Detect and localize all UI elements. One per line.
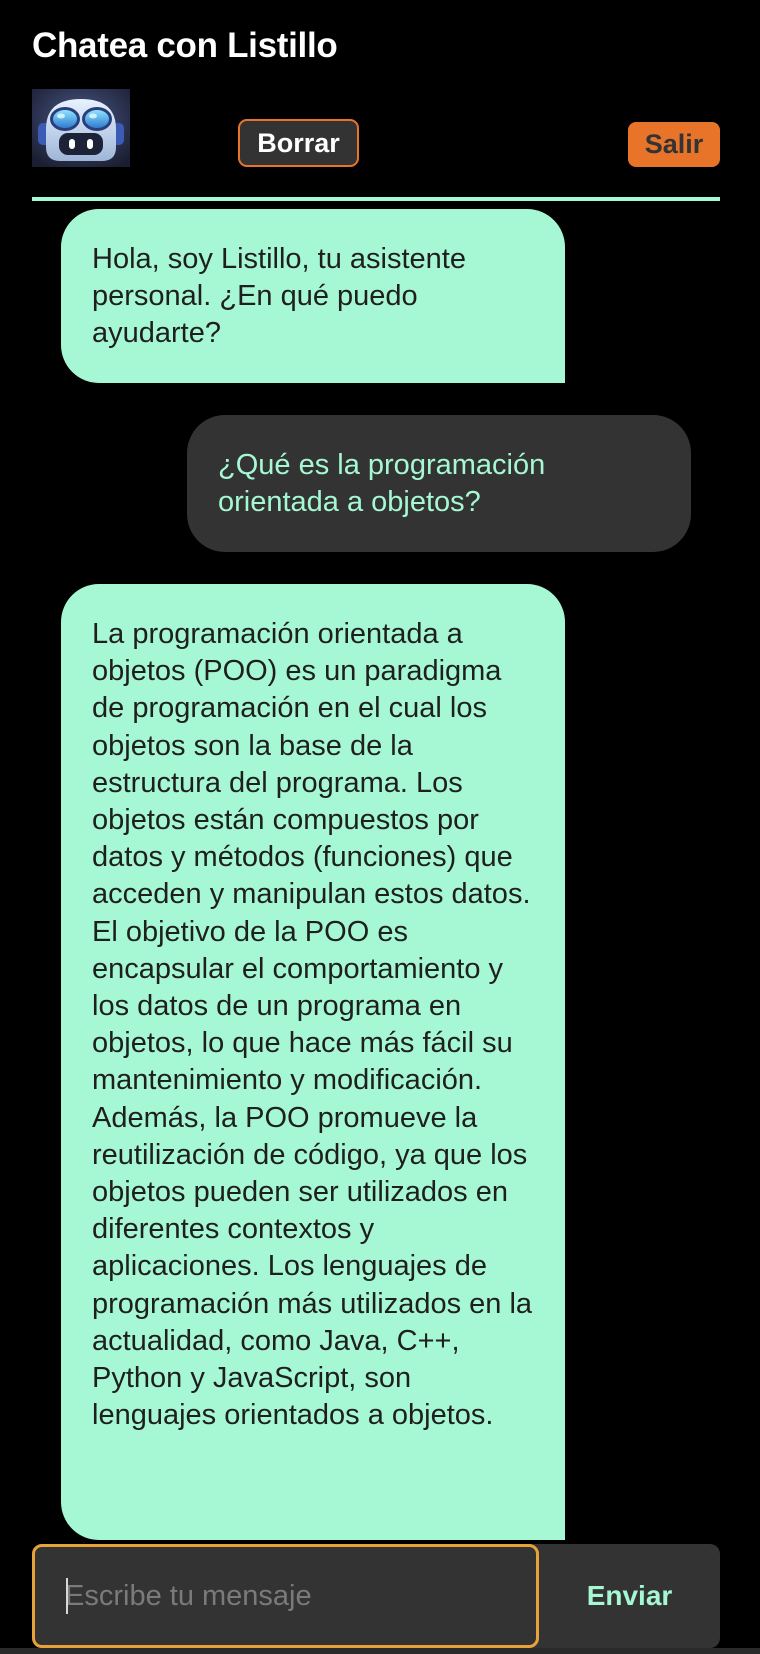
user-message: ¿Qué es la programación orientada a obje…: [187, 415, 691, 552]
header-divider: [32, 197, 720, 201]
bot-message: La programación orientada a objetos (POO…: [61, 584, 565, 1540]
robot-avatar-icon: [32, 89, 130, 167]
send-button[interactable]: Enviar: [539, 1544, 720, 1648]
bottom-edge: [0, 1648, 760, 1654]
clear-chat-button[interactable]: Borrar: [238, 119, 359, 167]
message-text: Hola, soy Listillo, tu asistente persona…: [92, 243, 466, 350]
logout-button[interactable]: Salir: [628, 122, 720, 167]
bot-message: Hola, soy Listillo, tu asistente persona…: [61, 209, 565, 383]
page-title: Chatea con Listillo: [32, 26, 338, 65]
message-text: ¿Qué es la programación orientada a obje…: [218, 449, 546, 519]
message-text: La programación orientada a objetos (POO…: [92, 618, 533, 1432]
message-composer: Enviar: [32, 1544, 720, 1648]
message-input[interactable]: [32, 1544, 539, 1648]
text-caret: [66, 1578, 68, 1614]
